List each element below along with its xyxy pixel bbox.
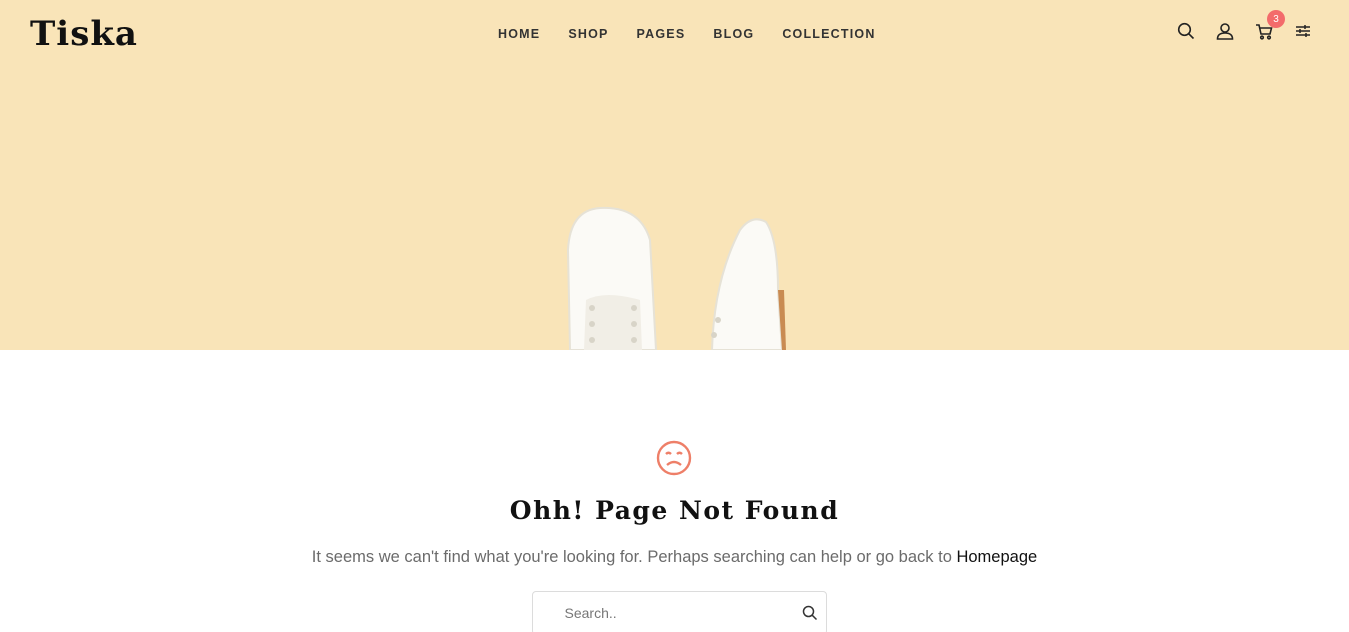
user-icon[interactable] — [1215, 20, 1235, 42]
nav-pages[interactable]: PAGES — [623, 27, 700, 41]
homepage-link[interactable]: Homepage — [956, 548, 1037, 566]
search-icon[interactable] — [1176, 20, 1196, 42]
nav-home[interactable]: HOME — [484, 27, 554, 41]
search-input[interactable] — [554, 592, 805, 632]
search-form — [532, 591, 827, 632]
site-header: Tiska HOME SHOP PAGES BLOG COLLECTION 3 — [0, 0, 1349, 70]
sliders-icon[interactable] — [1293, 20, 1313, 42]
page-title: Ohh! Page Not Found — [509, 496, 840, 525]
nav-shop[interactable]: SHOP — [554, 27, 622, 41]
error-message: It seems we can't find what you're looki… — [0, 548, 1349, 567]
nav-blog[interactable]: BLOG — [699, 27, 768, 41]
search-submit-icon[interactable] — [802, 605, 818, 621]
sad-face-icon — [656, 440, 692, 476]
error-message-text: It seems we can't find what you're looki… — [311, 548, 952, 566]
main-nav: HOME SHOP PAGES BLOG COLLECTION — [484, 27, 890, 41]
cart-icon[interactable]: 3 — [1254, 10, 1285, 42]
cart-count-badge: 3 — [1267, 10, 1285, 28]
header-tools: 3 — [1176, 10, 1313, 42]
sneakers-image — [566, 206, 786, 350]
nav-collection[interactable]: COLLECTION — [768, 27, 889, 41]
not-found-section: Ohh! Page Not Found It seems we can't fi… — [0, 350, 1349, 632]
site-logo[interactable]: Tiska — [30, 14, 138, 54]
